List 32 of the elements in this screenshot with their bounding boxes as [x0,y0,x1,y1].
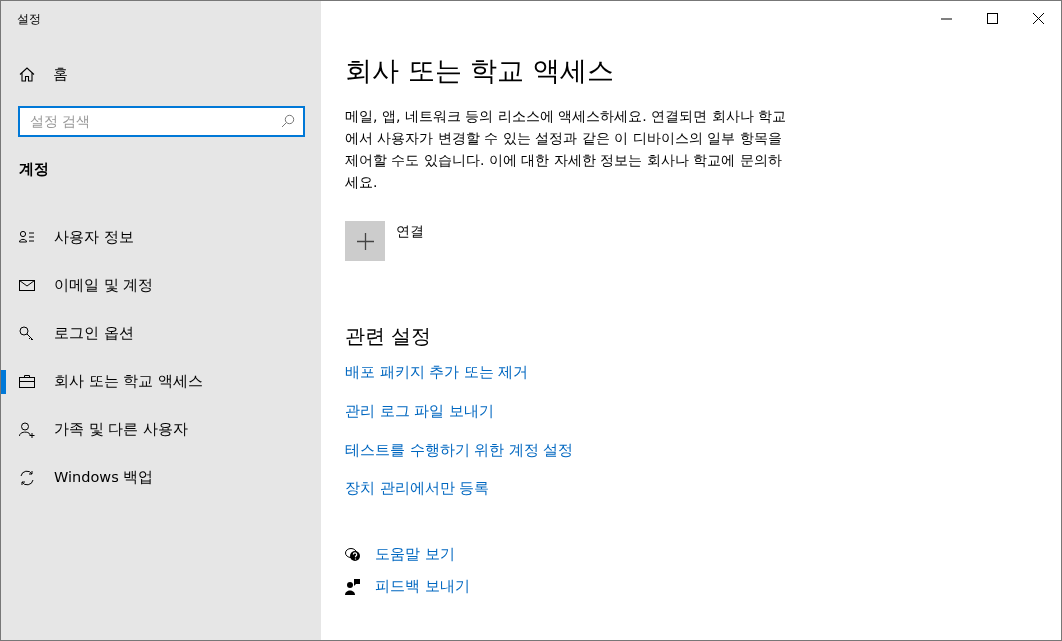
page-title: 회사 또는 학교 액세스 [345,54,615,88]
connect-button[interactable] [345,221,385,262]
window-title: 설정 [16,11,42,28]
search-field[interactable]: 설정 검색 [18,105,305,137]
person-chat-icon [345,578,361,595]
help-chat-icon [345,546,361,563]
nav-item[interactable]: 로그인 옵션 [1,310,321,358]
section-heading: 계정 [18,158,50,180]
help-link[interactable]: 도움말 보기 [375,544,455,566]
maximize-icon [986,12,998,24]
home-icon [19,66,35,82]
person-add-icon [19,422,35,438]
description-text: 메일, 앱, 네트워크 등의 리소스에 액세스하세요. 연결되면 회사나 학교에서 사용자가 변경할 수 있는 설정과 같은 이 디바이스의 일부 항목을 제어할 수도 있습니다. 이에 대한 자세한 정보는 회사나 학교에 문의하세요. [345,107,787,193]
help-link[interactable]: 피드백 보내기 [375,575,470,598]
nav-item[interactable]: 이메일 및 계정 [1,262,321,310]
settings-link[interactable]: 관리 로그 파일 보내기 [345,400,494,423]
nav-item[interactable]: 가족 및 다른 사용자 [1,406,321,454]
settings-link[interactable]: 장치 관리에서만 등록 [345,478,490,501]
close-icon [1032,12,1044,24]
connect-label: 연결 [396,222,424,242]
home-link[interactable]: 홈 [1,41,68,86]
settings-link[interactable]: 테스트를 수행하기 위한 계정 설정 [345,439,574,462]
person-list-icon [19,230,35,246]
plus-icon [356,232,374,250]
nav-item[interactable]: 사용자 정보 [1,214,321,262]
settings-link[interactable]: 배포 패키지 추가 또는 제거 [345,362,529,384]
sync-icon [19,470,35,486]
nav-item[interactable]: Windows 백업 [1,454,321,502]
search-icon [281,113,295,128]
section-heading: 관련 설정 [345,323,433,351]
briefcase-icon [19,374,35,390]
mail-icon [19,278,35,294]
